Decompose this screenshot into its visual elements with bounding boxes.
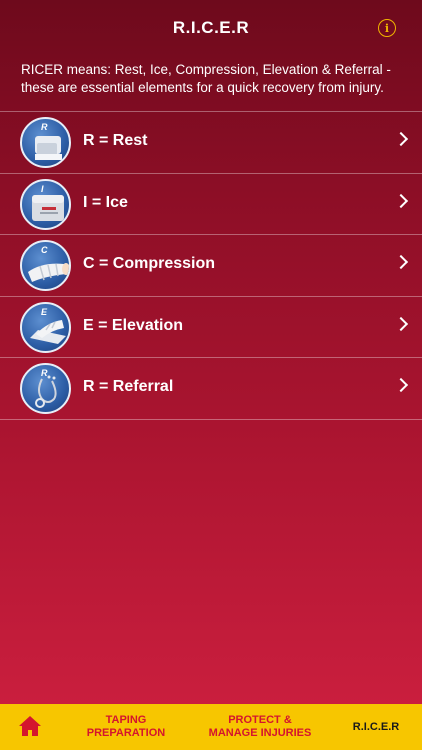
list-item-label: R = Rest [83, 132, 148, 149]
tab-protect-manage-injuries[interactable]: PROTECT & MANAGE INJURIES [196, 704, 324, 750]
elevation-illustration-icon: E [20, 301, 71, 353]
nav-bar: R.I.C.E.R i [0, 0, 422, 56]
chevron-right-icon [393, 316, 409, 331]
chevron-right-icon [393, 193, 409, 208]
item-letter: I [41, 183, 44, 194]
tab-ricer[interactable]: R.I.C.E.R [330, 704, 422, 750]
list-item-ice[interactable]: I I = Ice [0, 174, 422, 235]
list-item-label: C = Compression [83, 255, 216, 272]
list-item-referral[interactable]: R R = Referral [0, 358, 422, 420]
compression-illustration-icon: C [20, 240, 71, 291]
chevron-right-icon [393, 377, 409, 393]
list-item-label: E = Elevation [83, 316, 184, 334]
page-title: R.I.C.E.R [172, 18, 250, 37]
item-letter: R [41, 122, 48, 132]
rest-illustration-icon: R [20, 117, 71, 168]
list-item-label: I = Ice [83, 193, 128, 211]
ricer-list: R R = Rest I I = Ice C C = Compression E… [0, 111, 422, 420]
list-item-rest[interactable]: R R = Rest [0, 112, 422, 174]
item-letter: C [41, 245, 48, 255]
intro-text: RICER means: Rest, Ice, Compression, Ele… [21, 62, 391, 95]
tab-bar: TAPING PREPARATION PROTECT & MANAGE INJU… [0, 704, 422, 750]
item-letter: R [41, 368, 48, 378]
list-item-label: R = Referral [83, 378, 174, 395]
chevron-right-icon [393, 254, 409, 270]
list-item-elevation[interactable]: E E = Elevation [0, 297, 422, 358]
referral-illustration-icon: R [20, 363, 71, 414]
list-item-compression[interactable]: C C = Compression [0, 235, 422, 297]
info-icon[interactable]: i [378, 19, 396, 37]
ice-illustration-icon: I [20, 178, 71, 230]
item-letter: E [41, 306, 48, 317]
home-icon[interactable] [18, 715, 42, 737]
tab-taping-preparation[interactable]: TAPING PREPARATION [62, 704, 190, 750]
chevron-right-icon [393, 131, 409, 147]
